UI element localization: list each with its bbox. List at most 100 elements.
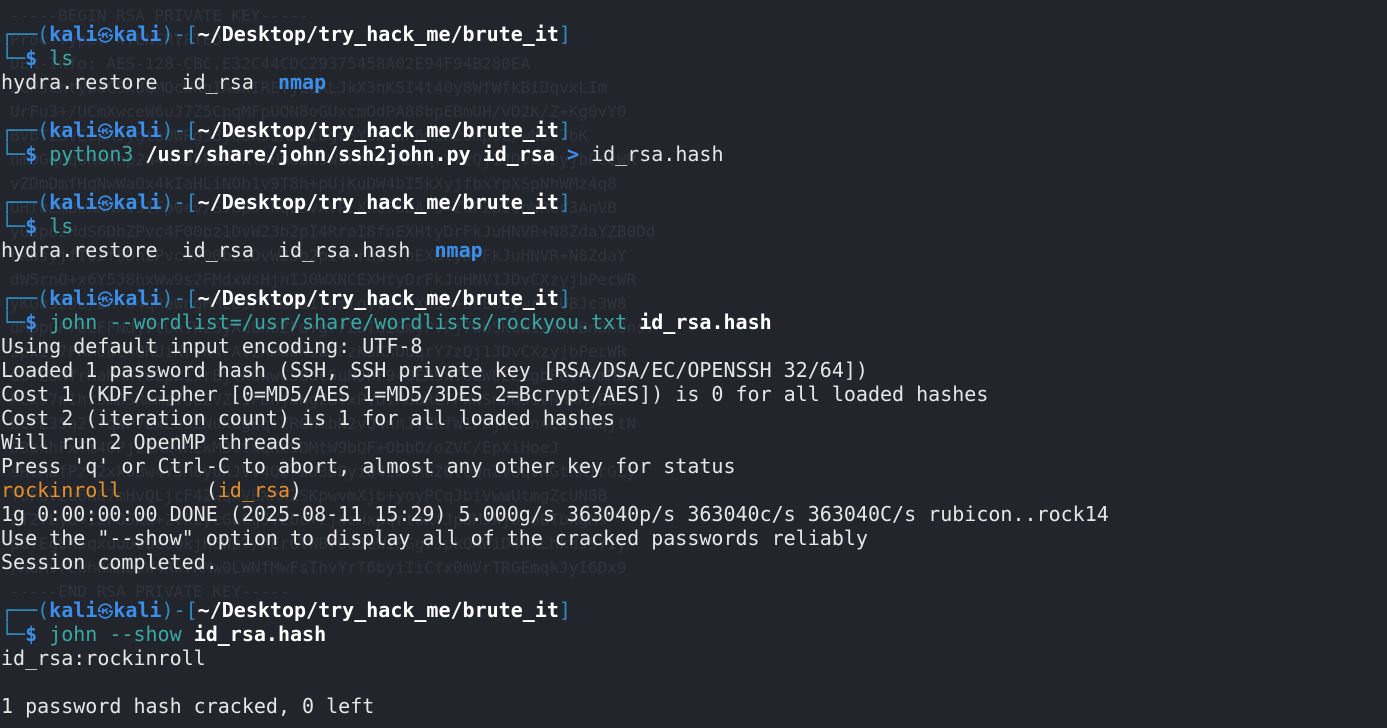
prompt-header: ┌──(kali㉿kali)-[~/Desktop/try_hack_me/br… [1, 22, 1109, 46]
prompt-bracket: ] [558, 286, 571, 310]
prompt-host: kali [113, 598, 162, 622]
prompt-corner: └─ [1, 622, 26, 646]
output-line: hydra.restore id_rsa id_rsa.hash nmap [1, 238, 1109, 262]
output-token: id_rsa:rockinroll [1, 646, 206, 670]
output-token: 1 password hash cracked, 0 left [1, 694, 375, 718]
prompt-bracket: )-[ [161, 190, 198, 214]
output-line: rockinroll (id_rsa) [1, 478, 1109, 502]
prompt-bracket: ] [558, 190, 571, 214]
prompt-user: kali [49, 190, 98, 214]
output-token: ) [290, 478, 303, 502]
terminal-output[interactable]: ┌──(kali㉿kali)-[~/Desktop/try_hack_me/br… [1, 22, 1109, 718]
prompt-bracket: ┌──( [1, 118, 50, 142]
command-line[interactable]: └─$ john --show id_rsa.hash [1, 622, 1109, 646]
prompt-bracket: ] [558, 118, 571, 142]
prompt-bracket: ┌──( [1, 190, 50, 214]
prompt-host: kali [113, 22, 162, 46]
prompt-cwd: ~/Desktop/try_hack_me/brute_it [197, 598, 559, 622]
output-token: Press 'q' or Ctrl-C to abort, almost any… [1, 454, 736, 478]
prompt-bracket: )-[ [161, 118, 198, 142]
command-token: python3 [49, 142, 146, 166]
prompt-bracket: ] [558, 22, 571, 46]
output-line: Cost 2 (iteration count) is 1 for all lo… [1, 406, 1109, 430]
command-token: john --wordlist=/usr/share/wordlists/roc… [49, 310, 640, 334]
prompt-host: kali [113, 286, 162, 310]
output-token: Using default input encoding: UTF-8 [1, 334, 423, 358]
command-line[interactable]: └─$ ls [1, 46, 1109, 70]
prompt-user: kali [49, 598, 98, 622]
prompt-bracket: )-[ [161, 598, 198, 622]
prompt-host: kali [113, 190, 162, 214]
prompt-header: ┌──(kali㉿kali)-[~/Desktop/try_hack_me/br… [1, 118, 1109, 142]
prompt-bracket: )-[ [161, 22, 198, 46]
prompt-corner: └─ [1, 214, 26, 238]
prompt-bracket: ] [558, 598, 571, 622]
output-token: Loaded 1 password hash (SSH, SSH private… [1, 358, 868, 382]
output-token: hydra.restore id_rsa [1, 70, 278, 94]
output-token: Cost 2 (iteration count) is 1 for all lo… [1, 406, 616, 430]
prompt-cwd: ~/Desktop/try_hack_me/brute_it [197, 118, 559, 142]
prompt-symbol: $ [25, 310, 38, 334]
output-token: Cost 1 (KDF/cipher [0=MD5/AES 1=MD5/3DES… [1, 382, 989, 406]
output-line: id_rsa:rockinroll [1, 646, 1109, 670]
output-token: hydra.restore id_rsa id_rsa.hash [1, 238, 435, 262]
prompt-header: ┌──(kali㉿kali)-[~/Desktop/try_hack_me/br… [1, 598, 1109, 622]
command-line[interactable]: └─$ ls [1, 214, 1109, 238]
prompt-header: ┌──(kali㉿kali)-[~/Desktop/try_hack_me/br… [1, 190, 1109, 214]
prompt-bracket: ┌──( [1, 22, 50, 46]
output-line: Will run 2 OpenMP threads [1, 430, 1109, 454]
prompt-corner: └─ [1, 46, 26, 70]
prompt-cwd: ~/Desktop/try_hack_me/brute_it [197, 22, 559, 46]
output-token: Use the "--show" option to display all o… [1, 526, 868, 550]
command-token: ls [49, 46, 74, 70]
command-token: id_rsa.hash [193, 622, 327, 646]
command-line[interactable]: └─$ john --wordlist=/usr/share/wordlists… [1, 310, 1109, 334]
prompt-bracket: ┌──( [1, 598, 50, 622]
output-line: hydra.restore id_rsa nmap [1, 70, 1109, 94]
output-line: Loaded 1 password hash (SSH, SSH private… [1, 358, 1109, 382]
output-token: rockinroll [1, 478, 122, 502]
prompt-symbol: $ [25, 214, 38, 238]
prompt-symbol: $ [25, 46, 38, 70]
prompt-user: kali [49, 22, 98, 46]
kali-dragon-icon: ㉿ [97, 194, 114, 213]
command-line[interactable]: └─$ python3 /usr/share/john/ssh2john.py … [1, 142, 1109, 166]
prompt-host: kali [113, 118, 162, 142]
command-token: id_rsa.hash [639, 310, 772, 334]
output-line: Press 'q' or Ctrl-C to abort, almost any… [1, 454, 1109, 478]
output-token: id_rsa [217, 478, 290, 502]
command-token: ls [49, 214, 74, 238]
command-token: id_rsa.hash [591, 142, 724, 166]
prompt-corner: └─ [1, 142, 26, 166]
prompt-user: kali [49, 286, 98, 310]
prompt-user: kali [49, 118, 98, 142]
prompt-cwd: ~/Desktop/try_hack_me/brute_it [197, 286, 559, 310]
output-token: nmap [277, 70, 327, 94]
output-line: Use the "--show" option to display all o… [1, 526, 1109, 550]
prompt-symbol: $ [25, 622, 38, 646]
prompt-bracket: )-[ [161, 286, 198, 310]
output-token: 1g 0:00:00:00 DONE (2025-08-11 15:29) 5.… [1, 502, 1109, 526]
command-token: /usr/share/john/ssh2john.py id_rsa [145, 142, 555, 166]
output-line: Session completed. [1, 550, 1109, 574]
prompt-bracket: ┌──( [1, 286, 50, 310]
output-token: nmap [434, 238, 483, 262]
output-line: Cost 1 (KDF/cipher [0=MD5/AES 1=MD5/3DES… [1, 382, 1109, 406]
output-line: 1g 0:00:00:00 DONE (2025-08-11 15:29) 5.… [1, 502, 1109, 526]
command-token: john --show [49, 622, 194, 646]
kali-dragon-icon: ㉿ [97, 290, 114, 309]
terminal-window[interactable]: -----BEGIN RSA PRIVATE KEY----- Proc-Type… [0, 0, 1387, 728]
kali-dragon-icon: ㉿ [97, 26, 114, 45]
kali-dragon-icon: ㉿ [97, 122, 114, 141]
prompt-symbol: $ [25, 142, 38, 166]
